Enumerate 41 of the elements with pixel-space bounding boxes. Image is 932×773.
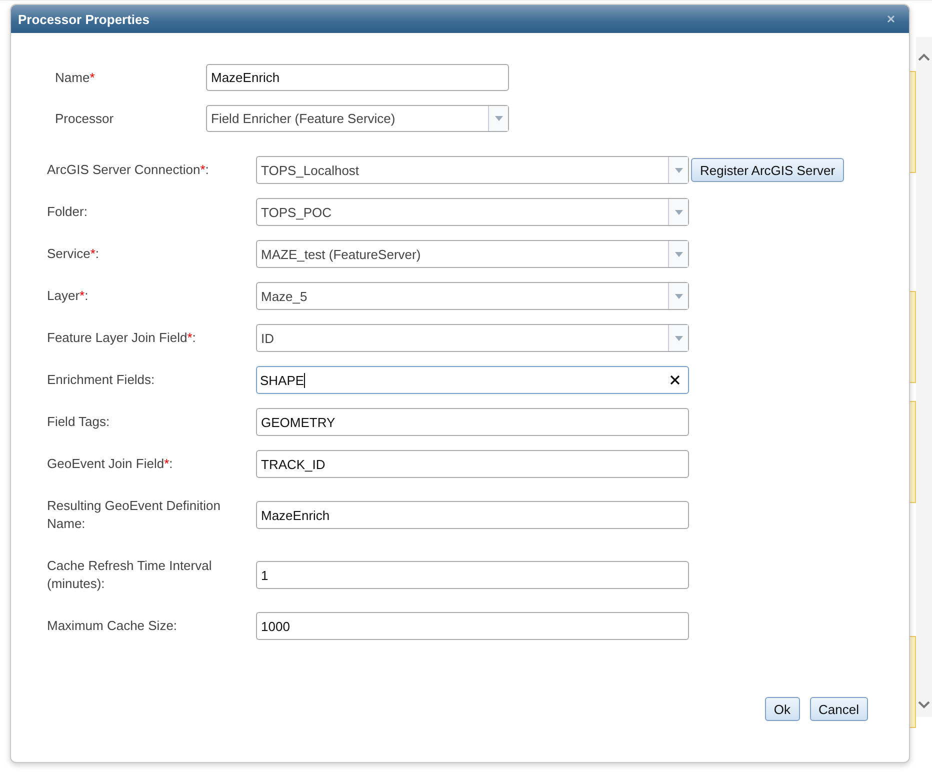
chevron-down-icon[interactable] <box>918 701 930 709</box>
text-field[interactable]: 1 <box>256 561 689 589</box>
field-label: Cache Refresh Time Interval (minutes): <box>47 557 213 593</box>
field-label: GeoEvent Join Field*: <box>47 455 174 473</box>
text-field[interactable]: SHAPE <box>256 366 689 394</box>
text-field[interactable]: 1000 <box>256 612 689 640</box>
chevron-up-icon[interactable] <box>918 53 930 61</box>
ok-button[interactable]: Ok <box>764 697 800 721</box>
dropdown-arrow-icon <box>494 116 502 121</box>
field-label: Maximum Cache Size: <box>47 617 178 635</box>
dropdown-arrow-icon <box>674 252 682 256</box>
close-icon[interactable] <box>887 15 895 23</box>
text-field[interactable]: MazeEnrich <box>206 64 509 91</box>
text-field[interactable]: GEOMETRY <box>256 408 689 436</box>
field-label: Service*: <box>47 245 100 263</box>
field-label: Resulting GeoEvent Definition Name: <box>47 497 222 533</box>
dropdown-arrow-icon <box>674 294 682 298</box>
field-label: Feature Layer Join Field*: <box>47 329 197 347</box>
field-label: ArcGIS Server Connection*: <box>47 161 210 179</box>
field-label: Name* <box>55 70 96 85</box>
dropdown[interactable]: MAZE_test (FeatureServer) <box>256 240 689 268</box>
dropdown[interactable]: TOPS_Localhost <box>256 156 689 184</box>
dropdown[interactable]: Maze_5 <box>256 282 689 310</box>
clear-icon[interactable] <box>670 375 680 385</box>
dropdown[interactable]: Field Enricher (Feature Service) <box>206 105 509 132</box>
register-server-button[interactable]: Register ArcGIS Server <box>691 158 844 182</box>
text-field[interactable]: MazeEnrich <box>256 501 689 529</box>
text-field[interactable]: TRACK_ID <box>256 450 689 478</box>
dialog-title: Processor Properties <box>18 12 150 26</box>
field-label: Processor <box>55 111 115 126</box>
dropdown[interactable]: ID <box>256 324 689 352</box>
field-label: Enrichment Fields: <box>47 371 156 389</box>
dropdown-arrow-icon <box>674 168 682 172</box>
dropdown-arrow-icon <box>674 336 682 340</box>
dropdown-arrow-icon <box>674 210 682 214</box>
field-label: Folder: <box>47 203 88 221</box>
scrollbar[interactable] <box>916 37 932 717</box>
field-label: Field Tags: <box>47 413 111 431</box>
field-label: Layer*: <box>47 287 90 305</box>
dropdown[interactable]: TOPS_POC <box>256 198 689 226</box>
cancel-button[interactable]: Cancel <box>810 697 868 721</box>
